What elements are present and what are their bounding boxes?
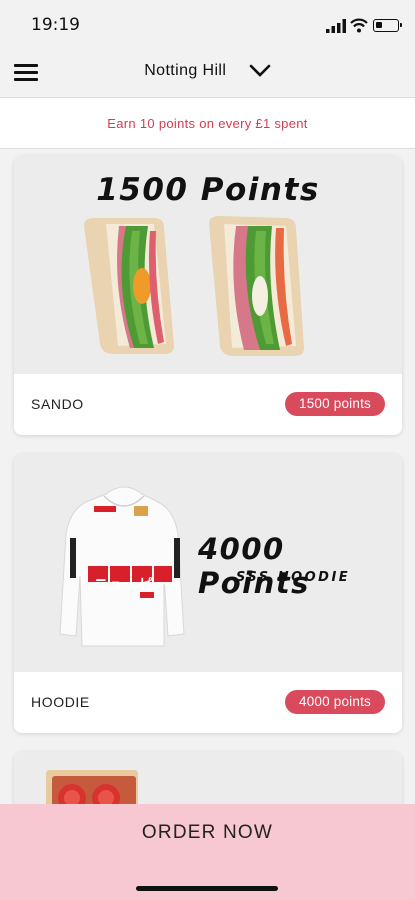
reward-subline: SSS HOODIE <box>236 570 351 585</box>
signal-icon <box>326 19 346 33</box>
reward-name: HOODIE <box>31 694 90 710</box>
status-bar: 19:19 <box>0 0 415 50</box>
reward-footer: SANDO 1500 points <box>14 374 402 435</box>
wifi-icon <box>350 18 368 33</box>
reward-footer: HOODIE 4000 points <box>14 672 402 733</box>
banner-text: Earn 10 points on every £1 spent <box>107 116 308 131</box>
location-selector: Notting Hill <box>0 62 415 80</box>
points-badge[interactable]: 1500 points <box>284 392 385 416</box>
reward-headline: 4000 Points <box>198 532 310 600</box>
battery-icon <box>373 19 402 32</box>
chevron-down-icon[interactable] <box>249 64 271 78</box>
home-indicator <box>136 886 278 891</box>
order-now-button[interactable]: ORDER NOW <box>0 822 415 844</box>
reward-name: SANDO <box>31 396 84 412</box>
sandwich-illustration <box>84 216 304 356</box>
location-label[interactable]: Notting Hill <box>144 62 226 80</box>
points-badge[interactable]: 4000 points <box>284 690 385 714</box>
hoodie-print-text: ニューピー <box>94 577 169 593</box>
points-banner: Earn 10 points on every £1 spent <box>0 98 415 149</box>
order-now-bar[interactable]: ORDER NOW <box>0 804 415 900</box>
status-time: 19:19 <box>31 15 80 35</box>
reward-image-hoodie: ニューピー 4000 Points SSS HOODIE <box>14 454 402 672</box>
menu-icon[interactable] <box>14 64 38 82</box>
reward-image-sando: 1500 Points <box>14 156 402 374</box>
app-header: Notting Hill <box>0 50 415 98</box>
reward-card-hoodie[interactable]: ニューピー 4000 Points SSS HOODIE HOODIE 4000… <box>14 454 402 733</box>
reward-card-sando[interactable]: 1500 Points SANDO 1500 points <box>14 156 402 435</box>
